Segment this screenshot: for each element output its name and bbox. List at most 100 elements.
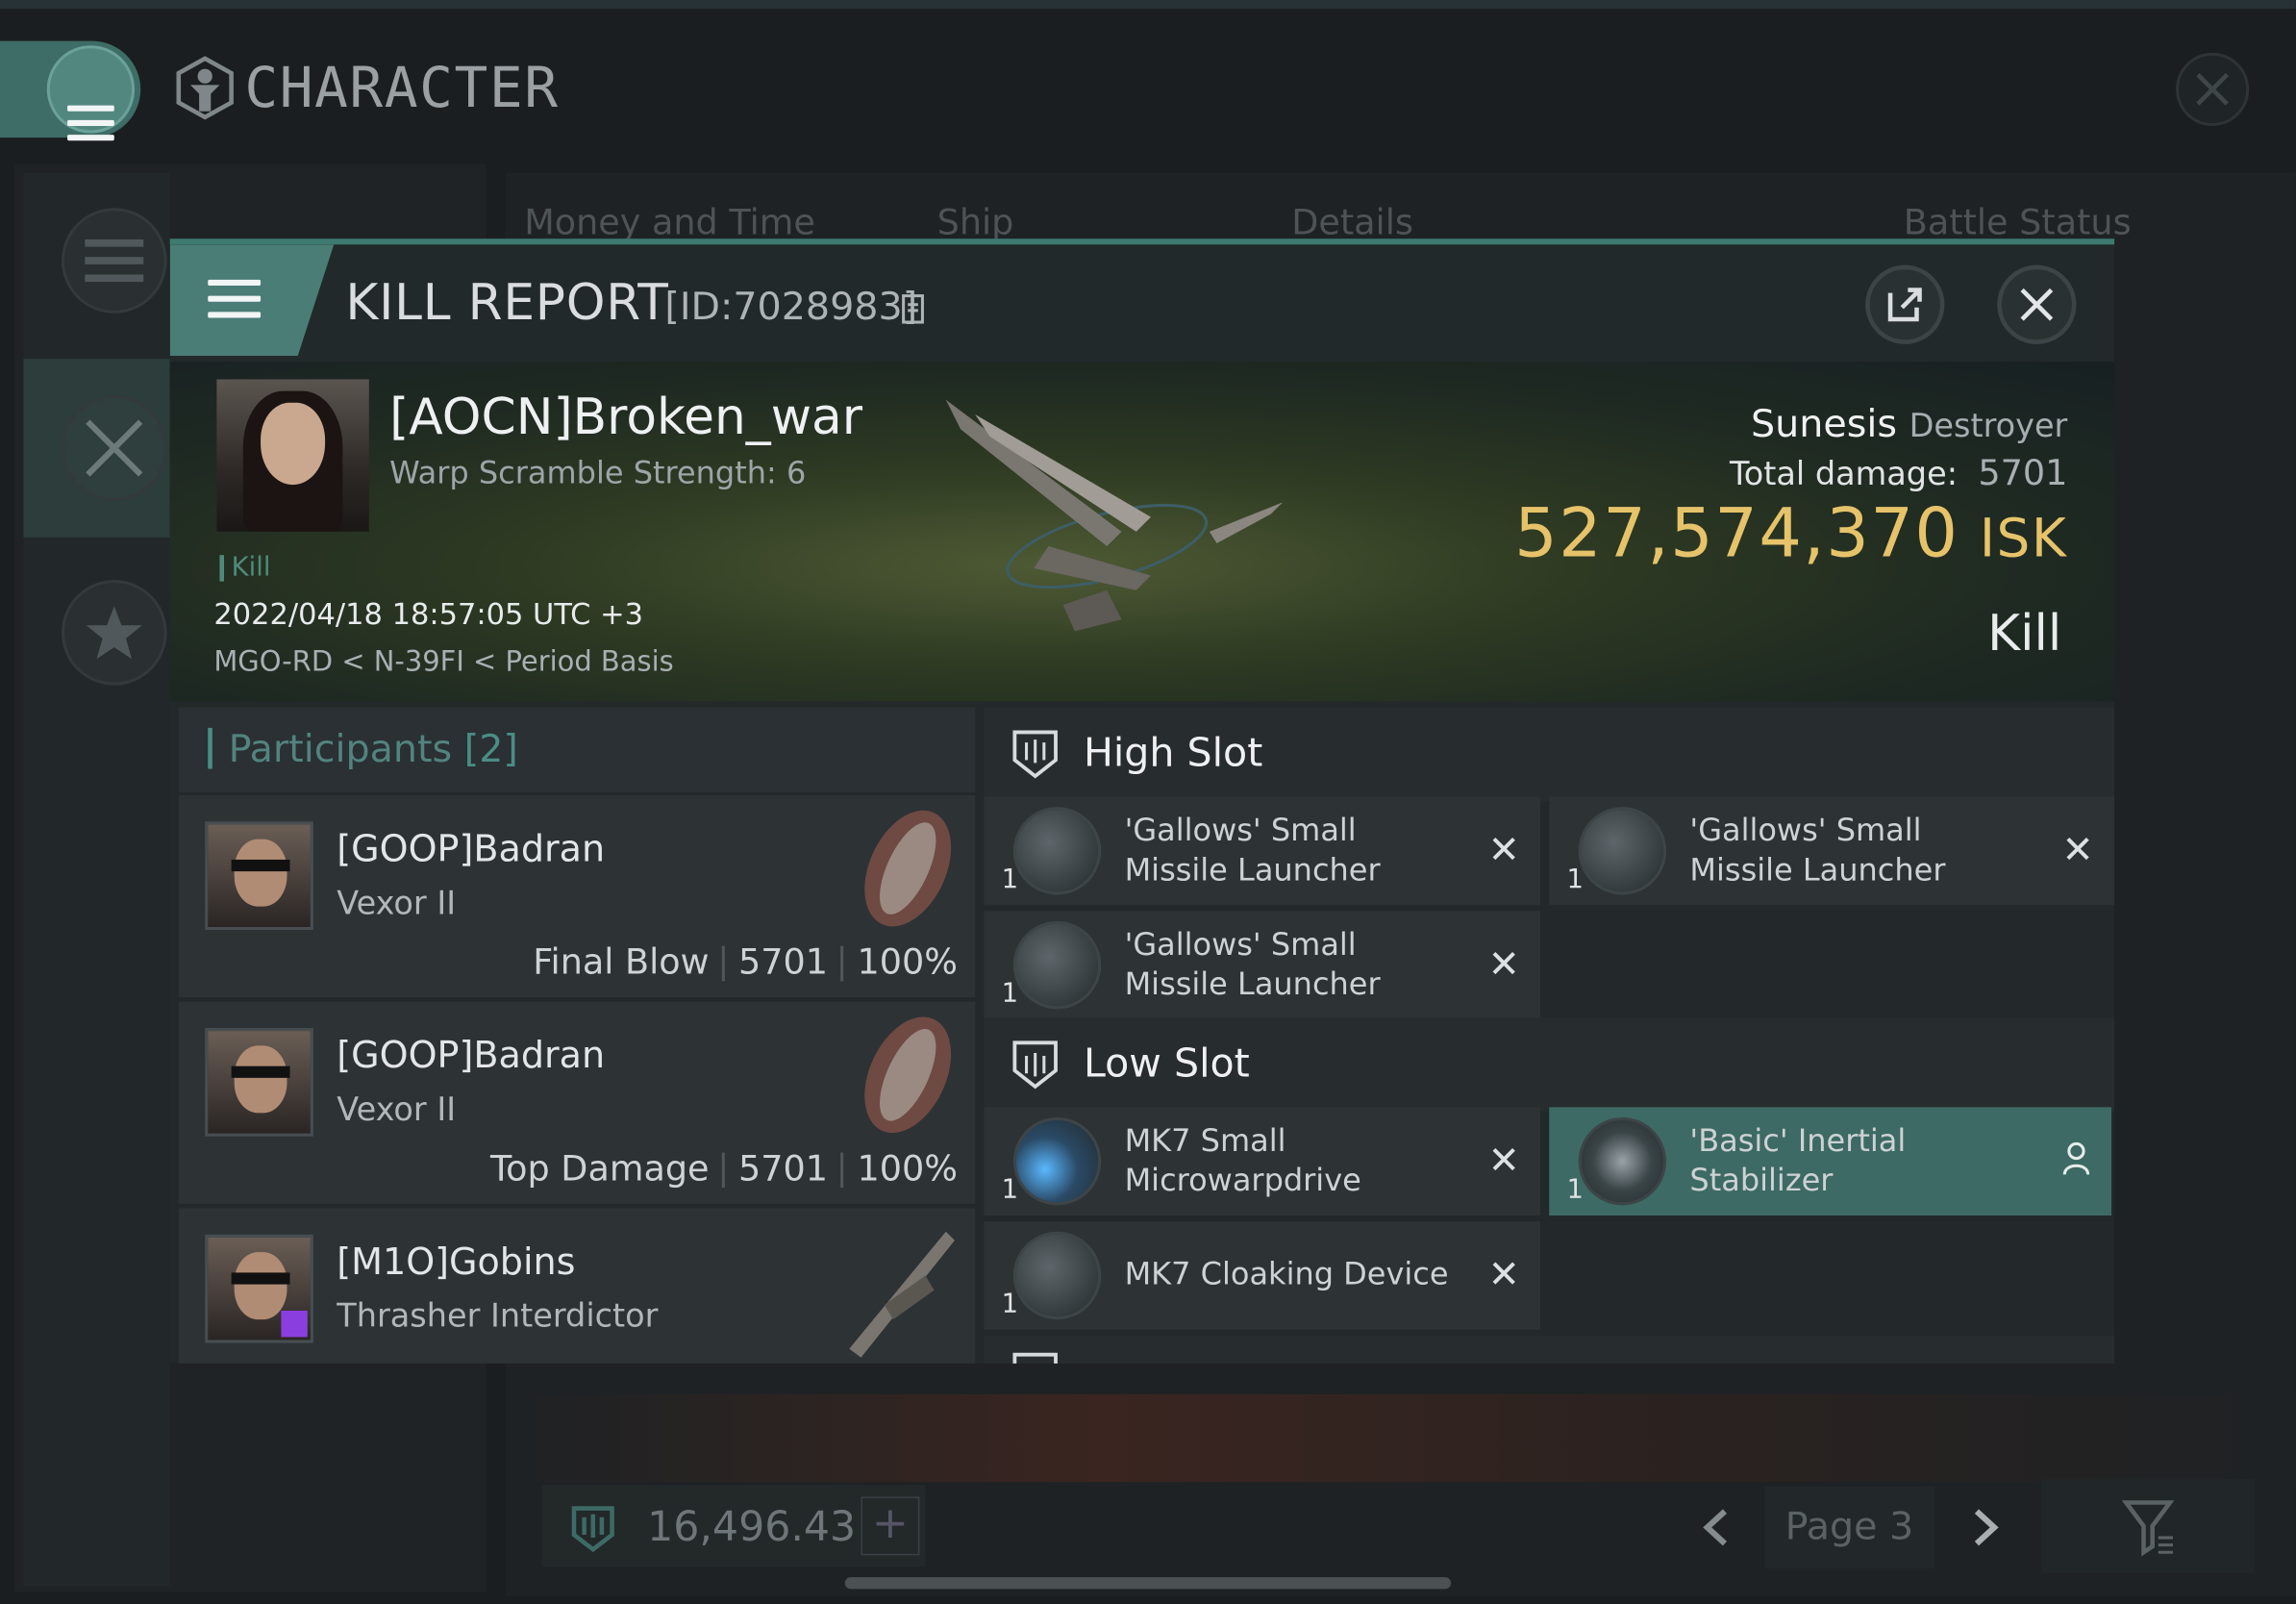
kill-report-window: KILL REPORT [ID:7028983] [AOCN]Broken_wa… xyxy=(169,238,2115,1364)
chevron-left-icon[interactable] xyxy=(1699,1506,1734,1550)
participants-title: Participants [2] xyxy=(228,727,518,772)
avatar xyxy=(205,1234,313,1343)
hamburger-icon xyxy=(208,279,262,318)
low-slot-title: Low Slot xyxy=(1083,1040,1250,1087)
missile-launcher-icon xyxy=(1012,807,1102,895)
module-item[interactable]: 1 'Gallows' Small Missile Launcher ✕ xyxy=(1549,796,2115,906)
destroyed-icon: ✕ xyxy=(1487,1139,1520,1184)
participant-row[interactable]: [GOOP]Badran Vexor II Top Damage 5701 100% xyxy=(178,1001,976,1204)
filter-button[interactable] xyxy=(2040,1479,2256,1573)
close-button[interactable] xyxy=(1997,264,2077,344)
copy-icon[interactable] xyxy=(899,291,928,327)
horizontal-scrollbar[interactable] xyxy=(844,1577,1452,1590)
add-button[interactable]: + xyxy=(861,1496,920,1556)
chevron-right-icon[interactable] xyxy=(1968,1506,2004,1550)
participant-name: [GOOP]Badran xyxy=(337,1034,606,1077)
victim-portrait[interactable] xyxy=(216,379,369,532)
participant-stats: Final Blow 5701 100% xyxy=(533,941,958,983)
participant-row[interactable]: [GOOP]Badran Vexor II Final Blow 5701 100% xyxy=(178,794,976,998)
module-item[interactable]: 1 'Gallows' Small Missile Launcher ✕ xyxy=(984,796,1541,906)
module-quantity: 1 xyxy=(1001,864,1019,895)
combat-button[interactable] xyxy=(61,395,167,501)
kill-datetime: 2022/04/18 18:57:05 UTC +3 xyxy=(213,595,644,632)
main-menu-button[interactable] xyxy=(0,40,141,141)
wallet-value: 16,496.43 xyxy=(647,1502,857,1551)
thrasher-ship-icon xyxy=(849,1231,955,1358)
total-damage-value: 5701 xyxy=(1978,452,2068,494)
character-icon xyxy=(176,56,234,120)
vexor-ship-icon xyxy=(864,810,952,927)
top-edge xyxy=(0,0,2296,10)
window-title: CHARACTER xyxy=(244,55,560,120)
participant-ship: Vexor II xyxy=(337,886,457,923)
favorites-button[interactable] xyxy=(61,580,167,686)
crossed-swords-icon xyxy=(86,419,143,477)
ship-render xyxy=(945,399,1284,632)
open-external-button[interactable] xyxy=(1865,264,1945,344)
kill-report-id: [ID:7028983] xyxy=(664,285,918,330)
module-quantity: 1 xyxy=(1566,1174,1584,1206)
destroyed-icon: ✕ xyxy=(1487,1253,1520,1298)
high-slot-title: High Slot xyxy=(1083,730,1263,777)
microwarpdrive-icon xyxy=(1012,1116,1102,1206)
participant-ship: Thrasher Interdictor xyxy=(337,1298,659,1336)
isk-value: 527,574,370 ISK xyxy=(1514,493,2068,573)
module-name: MK7 Cloaking Device xyxy=(1124,1256,1449,1292)
shield-icon xyxy=(1012,730,1058,779)
victim-ship[interactable]: Sunesis Destroyer xyxy=(1751,403,2067,447)
destroyed-icon: ✕ xyxy=(2061,828,2094,873)
module-item[interactable]: 1 'Gallows' Small Missile Launcher ✕ xyxy=(984,911,1541,1019)
filter-icon xyxy=(2121,1500,2175,1557)
star-icon xyxy=(86,606,142,660)
victim-name[interactable]: [AOCN]Broken_war xyxy=(389,388,862,447)
dropped-person-icon xyxy=(2062,1141,2090,1175)
background-close-button[interactable] xyxy=(2176,52,2250,126)
ship-name: Sunesis xyxy=(1751,402,1897,447)
module-quantity: 1 xyxy=(1001,978,1019,1010)
kill-location[interactable]: MGO-RD < N-39FI < Period Basis xyxy=(213,646,673,679)
wallet-icon xyxy=(571,1506,614,1553)
participant-name: [M1O]Gobins xyxy=(337,1240,576,1284)
sidebar-list-button[interactable] xyxy=(61,208,167,313)
list-icon xyxy=(85,238,144,283)
tab-money-and-time[interactable]: Money and Time xyxy=(524,202,815,243)
low-slot-header: Low Slot xyxy=(984,1017,2115,1112)
high-slot-header: High Slot xyxy=(984,707,2115,802)
cloaking-device-icon xyxy=(1012,1231,1102,1320)
result-label: Kill xyxy=(1987,604,2062,664)
missile-launcher-icon xyxy=(1578,807,1667,895)
page-indicator: Page 3 xyxy=(1764,1486,1934,1569)
ship-class: Destroyer xyxy=(1909,408,2068,445)
inertial-stabilizer-icon xyxy=(1578,1116,1667,1206)
module-name: 'Gallows' Small Missile Launcher xyxy=(1124,813,1381,888)
avatar xyxy=(205,821,313,931)
isk-currency: ISK xyxy=(1979,509,2068,570)
background-row xyxy=(505,1393,2296,1483)
total-damage: Total damage: 5701 xyxy=(1729,452,2068,494)
hamburger-icon xyxy=(67,105,114,141)
module-quantity: 1 xyxy=(1001,1174,1019,1206)
close-icon xyxy=(2196,73,2229,106)
tab-ship[interactable]: Ship xyxy=(937,202,1014,243)
kill-tag: Kill xyxy=(219,552,270,583)
destroyed-icon: ✕ xyxy=(1487,942,1520,988)
destroyed-icon: ✕ xyxy=(1487,828,1520,873)
avatar xyxy=(205,1028,313,1137)
module-item[interactable]: 1 MK7 Cloaking Device ✕ xyxy=(984,1221,1541,1330)
module-item-selected[interactable]: 1 'Basic' Inertial Stabilizer xyxy=(1549,1107,2112,1216)
module-name: 'Basic' Inertial Stabilizer xyxy=(1689,1123,1907,1198)
kill-report-title: KILL REPORT xyxy=(345,273,669,333)
shield-icon xyxy=(1012,1352,1058,1364)
participant-ship: Vexor II xyxy=(337,1092,457,1130)
participant-stats: Top Damage 5701 100% xyxy=(490,1147,958,1190)
vexor-ship-icon xyxy=(864,1016,952,1134)
module-quantity: 1 xyxy=(1001,1289,1019,1320)
module-name: 'Gallows' Small Missile Launcher xyxy=(1689,813,1946,888)
module-item[interactable]: 1 MK7 Small Microwarpdrive ✕ xyxy=(984,1107,1541,1216)
participant-row[interactable]: [M1O]Gobins Thrasher Interdictor xyxy=(178,1208,976,1364)
tab-battle-status[interactable]: Battle Status xyxy=(1904,202,2132,243)
close-icon xyxy=(2020,288,2054,321)
victim-subtitle: Warp Scramble Strength: 6 xyxy=(389,455,807,491)
mid-slot-header-partial xyxy=(984,1335,2115,1364)
tab-details[interactable]: Details xyxy=(1291,202,1413,243)
